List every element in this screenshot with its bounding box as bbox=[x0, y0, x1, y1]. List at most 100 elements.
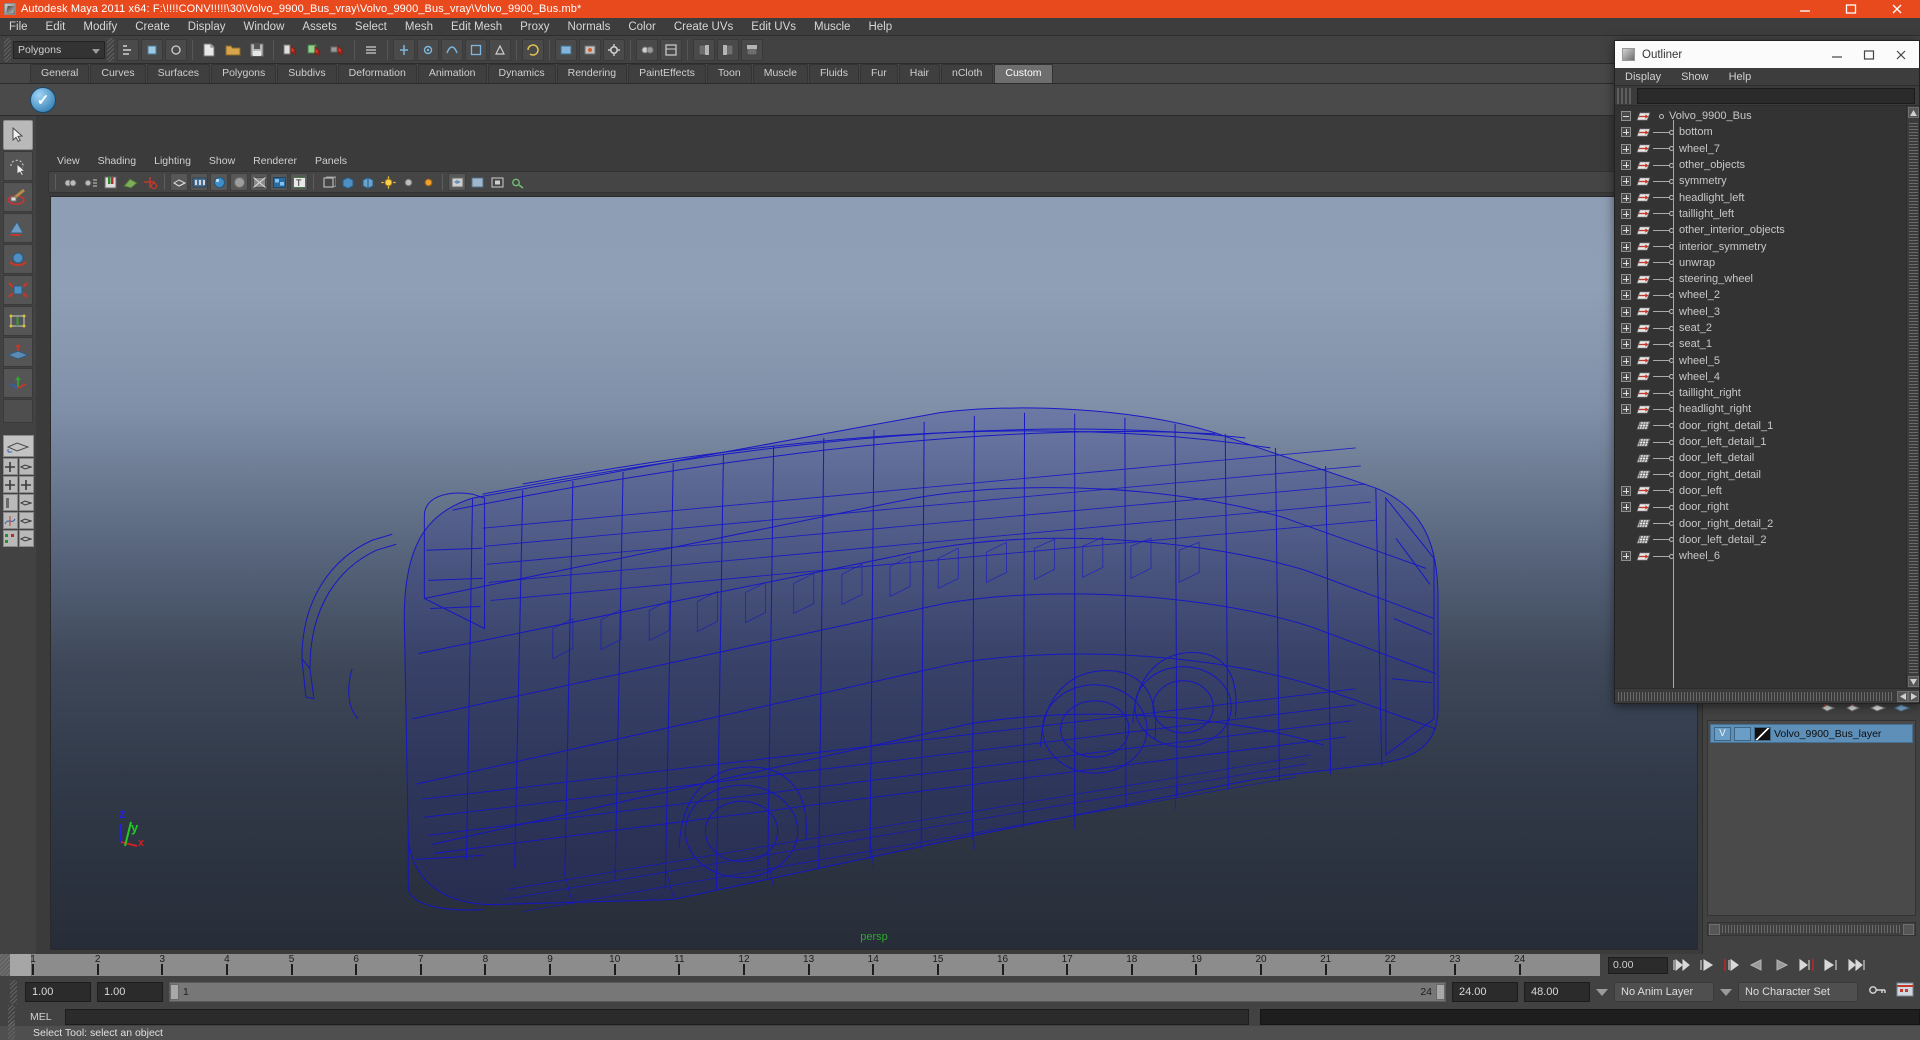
expand-plus-icon[interactable] bbox=[1621, 257, 1631, 268]
auto-keyframe-icon[interactable] bbox=[1896, 982, 1914, 1002]
scroll-thumb[interactable] bbox=[1908, 121, 1918, 673]
shelf-tab-hair[interactable]: Hair bbox=[898, 64, 940, 83]
outliner-item-other_interior_objects[interactable]: other_interior_objects bbox=[1615, 222, 1906, 238]
outliner-item-wheel_6[interactable]: wheel_6 bbox=[1615, 548, 1906, 564]
expand-plus-icon[interactable] bbox=[1621, 176, 1631, 187]
snap-menu-icon[interactable] bbox=[360, 39, 382, 61]
menu-proxy[interactable]: Proxy bbox=[511, 18, 558, 36]
outliner-item-door_left[interactable]: door_left bbox=[1615, 483, 1906, 499]
step-forward-frame-icon[interactable] bbox=[1820, 956, 1843, 975]
expand-plus-icon[interactable] bbox=[1621, 485, 1631, 496]
maximize-icon[interactable] bbox=[1828, 0, 1874, 18]
play-forwards-icon[interactable] bbox=[1770, 956, 1793, 975]
menu-muscle[interactable]: Muscle bbox=[805, 18, 859, 36]
viewport-menu-panels[interactable]: Panels bbox=[306, 155, 356, 167]
bus-wireframe-model[interactable] bbox=[51, 197, 1697, 920]
outliner-hscrollbar[interactable] bbox=[1615, 688, 1919, 703]
menu-modify[interactable]: Modify bbox=[74, 18, 126, 36]
outliner-tree[interactable]: Volvo_9900_Bus bottom wheel_7 other_objects… bbox=[1615, 106, 1906, 688]
expand-plus-icon[interactable] bbox=[1621, 404, 1631, 415]
step-back-frame-icon[interactable] bbox=[1695, 956, 1718, 975]
play-backwards-icon[interactable] bbox=[1745, 956, 1768, 975]
open-scene-icon[interactable] bbox=[222, 39, 244, 61]
scroll-left-arrow-icon[interactable] bbox=[1897, 690, 1908, 702]
smooth-shade-all-icon[interactable] bbox=[190, 173, 208, 191]
outliner-item-door_right_detail_2[interactable]: door_right_detail_2 bbox=[1615, 515, 1906, 531]
outliner-item-wheel_3[interactable]: wheel_3 bbox=[1615, 304, 1906, 320]
outliner-search-input[interactable] bbox=[1637, 87, 1915, 104]
two-d-pan-zoom-icon[interactable] bbox=[141, 173, 159, 191]
select-tool[interactable] bbox=[3, 120, 33, 150]
outliner-close-icon[interactable] bbox=[1885, 41, 1917, 68]
outliner-item-steering_wheel[interactable]: steering_wheel bbox=[1615, 271, 1906, 287]
expand-plus-icon[interactable] bbox=[1621, 371, 1631, 382]
toolbar-gripper[interactable] bbox=[4, 37, 11, 62]
shelf-tab-general[interactable]: General bbox=[30, 64, 90, 83]
viewport-menu-view[interactable]: View bbox=[48, 155, 89, 167]
shaded-wireframe-icon[interactable] bbox=[250, 173, 268, 191]
outliner-item-taillight_left[interactable]: taillight_left bbox=[1615, 206, 1906, 222]
outliner-item-taillight_right[interactable]: taillight_right bbox=[1615, 385, 1906, 401]
scroll-thumb[interactable] bbox=[1722, 925, 1901, 933]
outliner-item-interior_symmetry[interactable]: interior_symmetry bbox=[1615, 238, 1906, 254]
expand-plus-icon[interactable] bbox=[1621, 502, 1631, 513]
current-time-indicator[interactable] bbox=[10, 954, 32, 976]
animation-start-time-field[interactable]: 1.00 bbox=[25, 982, 91, 1002]
key-icon[interactable] bbox=[1868, 983, 1888, 1002]
select-camera-icon[interactable] bbox=[61, 173, 79, 191]
blank-tool-slot[interactable] bbox=[3, 399, 33, 423]
menu-mesh[interactable]: Mesh bbox=[396, 18, 442, 36]
menu-file[interactable]: File bbox=[0, 18, 37, 36]
camera-attributes-icon[interactable] bbox=[81, 173, 99, 191]
expand-plus-icon[interactable] bbox=[1621, 127, 1631, 138]
snap-to-view-plane-icon[interactable] bbox=[465, 38, 487, 61]
scroll-left-arrow-icon[interactable] bbox=[1709, 923, 1720, 935]
character-set-chevron-icon[interactable] bbox=[1720, 988, 1732, 996]
construction-history-icon[interactable] bbox=[522, 38, 544, 61]
expand-plus-icon[interactable] bbox=[1621, 306, 1631, 317]
rotate-tool[interactable] bbox=[3, 244, 33, 274]
lasso-select-tool[interactable] bbox=[3, 151, 33, 181]
outliner-item-seat_2[interactable]: seat_2 bbox=[1615, 320, 1906, 336]
default-light-icon[interactable] bbox=[419, 173, 437, 191]
outliner-item-wheel_5[interactable]: wheel_5 bbox=[1615, 352, 1906, 368]
outliner-item-door_right_detail_1[interactable]: door_right_detail_1 bbox=[1615, 418, 1906, 434]
sidebar-channel-box-icon[interactable] bbox=[741, 38, 763, 61]
scroll-right-arrow-icon[interactable] bbox=[1903, 923, 1914, 935]
exposure-control-icon[interactable] bbox=[508, 173, 526, 191]
menu-edit-uvs[interactable]: Edit UVs bbox=[742, 18, 805, 36]
outliner-minimize-icon[interactable] bbox=[1821, 41, 1853, 68]
layout-graph-editor-icon[interactable] bbox=[2, 512, 18, 529]
select-by-hierarchy-icon[interactable] bbox=[117, 38, 139, 61]
shelf-tab-rendering[interactable]: Rendering bbox=[556, 64, 628, 83]
outliner-item-unwrap[interactable]: unwrap bbox=[1615, 255, 1906, 271]
shelf-tab-dynamics[interactable]: Dynamics bbox=[487, 64, 556, 83]
time-slider-track[interactable]: 1 2 3 4 5 6 7 8 9 10 11 12 13 14 15 16 17 18 19 20 21 22 23 24 bbox=[10, 954, 1600, 976]
hypershade-icon[interactable] bbox=[636, 38, 658, 61]
expand-plus-icon[interactable] bbox=[1621, 225, 1631, 236]
outliner-maximize-icon[interactable] bbox=[1853, 41, 1885, 68]
viewport-menu-shading[interactable]: Shading bbox=[89, 155, 146, 167]
expand-plus-icon[interactable] bbox=[1621, 241, 1631, 252]
viewport-menu-renderer[interactable]: Renderer bbox=[244, 155, 306, 167]
outliner-item-other_objects[interactable]: other_objects bbox=[1615, 157, 1906, 173]
universal-manipulator-tool[interactable] bbox=[3, 306, 33, 336]
last-tool-used[interactable] bbox=[3, 368, 33, 398]
hardware-lighting-icon[interactable]: T bbox=[290, 173, 308, 191]
command-input[interactable] bbox=[64, 1009, 1249, 1025]
menu-create-uvs[interactable]: Create UVs bbox=[665, 18, 742, 36]
shelf-tab-fur[interactable]: Fur bbox=[859, 64, 898, 83]
save-scene-icon[interactable] bbox=[246, 39, 268, 61]
outliner-item-wheel_4[interactable]: wheel_4 bbox=[1615, 369, 1906, 385]
menu-edit-mesh[interactable]: Edit Mesh bbox=[442, 18, 511, 36]
layout-two-pane-icon[interactable] bbox=[2, 476, 18, 493]
toolbar-gripper[interactable] bbox=[107, 37, 114, 62]
outliner-item-seat_1[interactable]: seat_1 bbox=[1615, 336, 1906, 352]
sidebar-tool-settings-icon[interactable] bbox=[717, 38, 739, 61]
step-back-key-icon[interactable] bbox=[1720, 956, 1743, 975]
expand-plus-icon[interactable] bbox=[1621, 323, 1631, 333]
playback-end-time-field[interactable]: 24.00 bbox=[1452, 982, 1518, 1002]
expand-plus-icon[interactable] bbox=[1621, 355, 1631, 366]
expand-plus-icon[interactable] bbox=[1621, 160, 1631, 171]
shelf-tab-custom[interactable]: Custom bbox=[994, 64, 1053, 83]
